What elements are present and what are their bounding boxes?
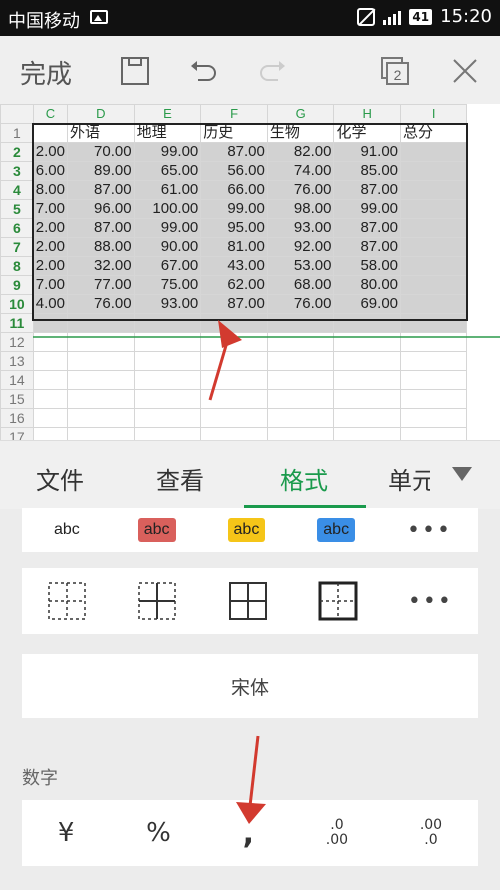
- save-icon[interactable]: [120, 56, 150, 86]
- border-style-panel: •••: [22, 568, 478, 634]
- text-style-swatch[interactable]: abc: [227, 518, 266, 542]
- tab-file[interactable]: 文件: [36, 461, 84, 496]
- more-borders-button[interactable]: •••: [408, 589, 453, 614]
- battery-icon: 41: [409, 8, 433, 25]
- dashed-border-icon[interactable]: [47, 581, 87, 621]
- text-style-swatch[interactable]: abc: [317, 518, 356, 542]
- mute-icon: [357, 7, 376, 26]
- signal-icon: [383, 9, 402, 25]
- window-count: 2: [394, 67, 402, 83]
- selection-border: [32, 123, 468, 321]
- outer-border-icon[interactable]: [318, 581, 358, 621]
- font-panel: 宋体: [22, 654, 478, 718]
- done-button[interactable]: 完成: [20, 54, 72, 91]
- number-section-label: 数字: [22, 768, 58, 789]
- tabs-dropdown-icon[interactable]: [452, 467, 472, 481]
- increase-decimal-button[interactable]: .0.00: [326, 818, 348, 848]
- text-style-swatch[interactable]: abc: [47, 518, 86, 542]
- inner-border-icon[interactable]: [137, 581, 177, 621]
- currency-button[interactable]: ¥: [58, 818, 75, 848]
- clock: 15:20: [440, 6, 492, 27]
- more-styles-button[interactable]: •••: [407, 518, 452, 543]
- undo-icon[interactable]: [188, 56, 218, 86]
- spreadsheet-grid[interactable]: C D E F G H I 1 外语 地理 历史 生物 化学 总分 2 2.00 70.00 99.00 87.00…: [0, 104, 500, 440]
- tab-cell[interactable]: 单元: [388, 461, 430, 496]
- selection-overlay: [32, 123, 500, 401]
- red-arrow-shaft-bottom: [248, 735, 260, 807]
- all-borders-icon[interactable]: [228, 581, 268, 621]
- text-style-panel: abc abc abc abc •••: [22, 508, 478, 552]
- carrier-name: 中国移动: [8, 11, 80, 32]
- font-selector[interactable]: 宋体: [22, 654, 478, 718]
- tab-view[interactable]: 查看: [156, 461, 204, 496]
- decrease-decimal-button[interactable]: .00.0: [420, 818, 442, 848]
- red-arrow-head-top: [218, 320, 242, 348]
- percent-button[interactable]: %: [146, 818, 171, 848]
- editor-toolbar: 完成 2: [0, 36, 500, 104]
- tab-format[interactable]: 格式: [280, 461, 328, 496]
- thousands-separator-button[interactable]: ,: [243, 816, 254, 851]
- number-format-panel: ¥%, .0.00 .00.0: [22, 800, 478, 866]
- multi-window-icon[interactable]: 2: [380, 56, 410, 86]
- close-icon[interactable]: [450, 56, 480, 86]
- ribbon-tabs: 文件 查看 格式 单元: [0, 440, 500, 509]
- image-notification-icon: [90, 10, 108, 24]
- text-style-swatch[interactable]: abc: [137, 518, 176, 542]
- redo-icon[interactable]: [258, 56, 288, 86]
- status-bar: 中国移动 41 15:20: [0, 0, 500, 36]
